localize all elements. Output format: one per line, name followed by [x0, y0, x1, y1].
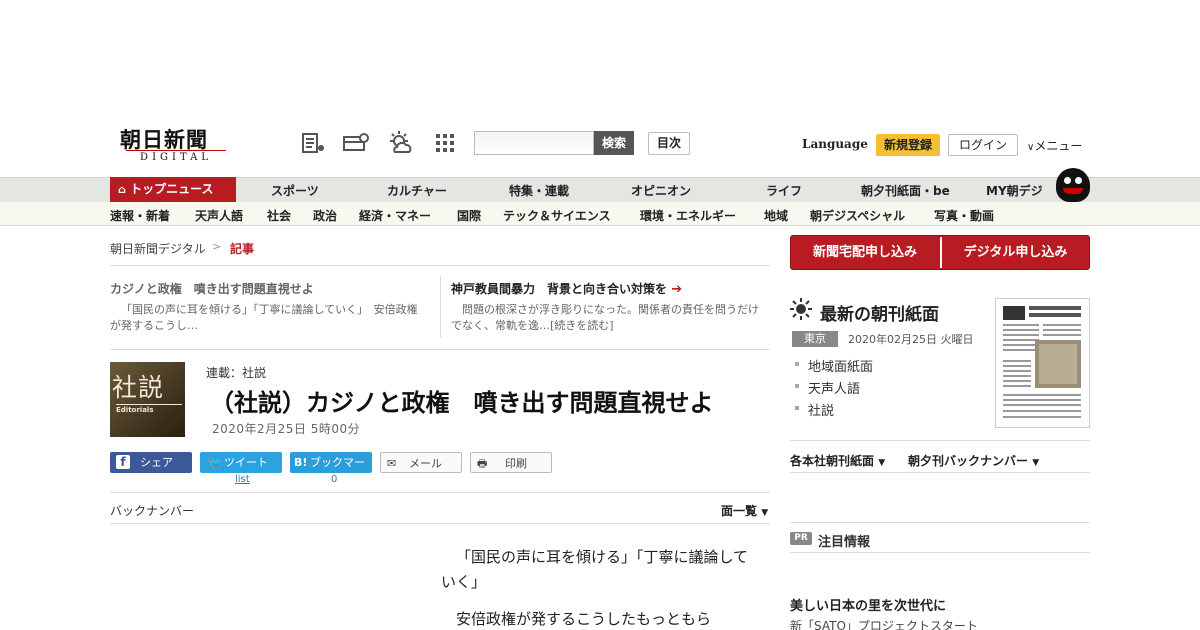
subnav-economy[interactable]: 経済・マネー: [359, 207, 431, 224]
regional-paper-dropdown[interactable]: 各本社朝刊紙面 ▼: [790, 452, 885, 469]
divider: [110, 523, 770, 524]
breadcrumb-separator: >: [212, 240, 222, 253]
nav-item-sports[interactable]: スポーツ: [271, 182, 319, 199]
subnav-society[interactable]: 社会: [267, 207, 291, 224]
divider: [440, 276, 441, 338]
subnav-international[interactable]: 国際: [457, 207, 481, 224]
nav-item-features[interactable]: 特集・連載: [509, 182, 569, 199]
nav-item-life[interactable]: ライフ: [766, 182, 802, 199]
divider: [790, 552, 1090, 553]
nav-item-my[interactable]: MY朝デジ: [986, 182, 1043, 199]
article-date: 2020年2月25日 5時00分: [212, 422, 361, 436]
twitter-share-button[interactable]: 🐦 ツイート: [200, 452, 282, 473]
register-button[interactable]: 新規登録: [876, 134, 940, 156]
hatena-bookmark-button[interactable]: B! ブックマーク: [290, 452, 372, 490]
bullet: [795, 406, 799, 410]
sun-icon: [790, 298, 812, 323]
series-label[interactable]: 連載：社説: [206, 364, 266, 381]
article-title: （社説）カジノと政権 噴き出す問題直視せよ: [210, 389, 714, 417]
subnav-special[interactable]: 朝デジスペシャル: [810, 207, 905, 224]
digital-subscribe-button[interactable]: デジタル申し込み: [942, 235, 1089, 270]
facebook-share-button[interactable]: f シェア: [110, 452, 192, 473]
editorial-thumbnail[interactable]: 社説 Editorials: [110, 362, 185, 437]
news-feed-icon[interactable]: [300, 130, 326, 156]
paper-link-tensei[interactable]: 天声人語: [808, 378, 860, 397]
divider: [110, 492, 770, 493]
subnav-tensei[interactable]: 天声人語: [195, 207, 243, 224]
arrow-right-icon: ➔: [671, 282, 683, 297]
pr-badge: PR: [790, 532, 812, 545]
ticket-icon[interactable]: [342, 130, 369, 156]
related-text-1[interactable]: 「国民の声に耳を傾ける」「丁寧に議論していく」 安倍政権が発するこうし…: [110, 302, 425, 334]
subnav-breaking[interactable]: 速報・新着: [110, 207, 170, 224]
divider: [110, 349, 770, 350]
pr-ad-text[interactable]: 新「SATO」プロジェクトスタート: [790, 617, 978, 630]
divider: [110, 265, 770, 266]
printer-icon: 🖶: [477, 457, 488, 470]
related-text-2[interactable]: 問題の根深さが浮き彫りになった。関係者の責任を問うだけでなく、常軌を逸…[続きを…: [451, 302, 766, 334]
divider: [790, 472, 1090, 473]
pr-section-title: 注目情報: [818, 535, 871, 550]
subnav-photo[interactable]: 写真・動画: [934, 207, 994, 224]
search-input[interactable]: [474, 131, 594, 155]
hatena-icon: B!: [294, 456, 308, 469]
mail-icon: ✉: [387, 457, 397, 470]
mascot-icon[interactable]: [1056, 168, 1090, 202]
mail-button[interactable]: ✉ メール: [380, 452, 462, 473]
breadcrumb-home[interactable]: 朝日新聞デジタル: [110, 240, 206, 257]
latest-paper-title[interactable]: 最新の朝刊紙面: [820, 300, 939, 325]
divider: [790, 440, 1090, 441]
nav-item-opinion[interactable]: オピニオン: [631, 182, 691, 199]
login-button[interactable]: ログイン: [948, 134, 1018, 156]
site-logo-sub: DIGITAL: [126, 150, 226, 163]
bullet: [795, 384, 799, 388]
home-icon: ⌂: [118, 183, 126, 196]
divider: [790, 522, 1090, 523]
breadcrumb-current: 記事: [230, 242, 255, 256]
subnav-politics[interactable]: 政治: [313, 207, 337, 224]
triangle-down-icon: ▼: [761, 508, 769, 518]
backnumber-dropdown[interactable]: 朝夕刊バックナンバー ▼: [908, 452, 1039, 469]
pr-ad-title[interactable]: 美しい日本の里を次世代に: [790, 595, 946, 614]
nav-item-top-news[interactable]: ⌂ トップニュース: [110, 177, 236, 202]
twitter-icon: 🐦: [207, 455, 222, 469]
paper-link-region[interactable]: 地域面紙面: [808, 356, 873, 375]
triangle-down-icon: ▼: [1032, 458, 1040, 468]
language-link[interactable]: Language: [802, 137, 868, 151]
subnav-region[interactable]: 地域: [764, 207, 788, 224]
bullet: [795, 362, 799, 366]
weather-icon[interactable]: [386, 130, 412, 156]
page-list-dropdown[interactable]: 面一覧 ▼: [721, 502, 768, 519]
grid-menu-icon[interactable]: [432, 130, 458, 156]
paper-date: 2020年02月25日 火曜日: [848, 333, 974, 346]
print-button[interactable]: 🖶 印刷: [470, 452, 552, 473]
article-body: 「国民の声に耳を傾ける」「丁寧に議論していく」 安倍政権が発するこうしたもっとも…: [441, 548, 749, 628]
related-title-2[interactable]: 神戸教員間暴力 背景と向き合い対策を ➔: [451, 280, 682, 297]
subnav-tech[interactable]: テック＆サイエンス: [503, 207, 611, 224]
subnav-environment[interactable]: 環境・エネルギー: [640, 207, 736, 224]
newspaper-thumbnail[interactable]: [995, 298, 1090, 428]
paper-link-editorial[interactable]: 社説: [808, 400, 834, 419]
toc-button[interactable]: 目次: [648, 132, 690, 155]
hatena-count[interactable]: 0: [331, 474, 337, 485]
region-badge: 東京: [792, 331, 838, 347]
menu-button[interactable]: ∨メニュー: [1027, 137, 1082, 154]
twitter-count[interactable]: list: [235, 474, 250, 485]
related-title-1[interactable]: カジノと政権 噴き出す問題直視せよ: [110, 280, 314, 297]
nav-item-paper[interactable]: 朝夕刊紙面・be: [861, 182, 950, 199]
paper-subscribe-button[interactable]: 新聞宅配申し込み: [791, 235, 939, 270]
triangle-down-icon: ▼: [878, 458, 886, 468]
facebook-icon: f: [116, 455, 130, 469]
nav-item-culture[interactable]: カルチャー: [387, 182, 447, 199]
search-button[interactable]: 検索: [594, 131, 634, 155]
backnumber-label: バックナンバー: [110, 504, 195, 518]
